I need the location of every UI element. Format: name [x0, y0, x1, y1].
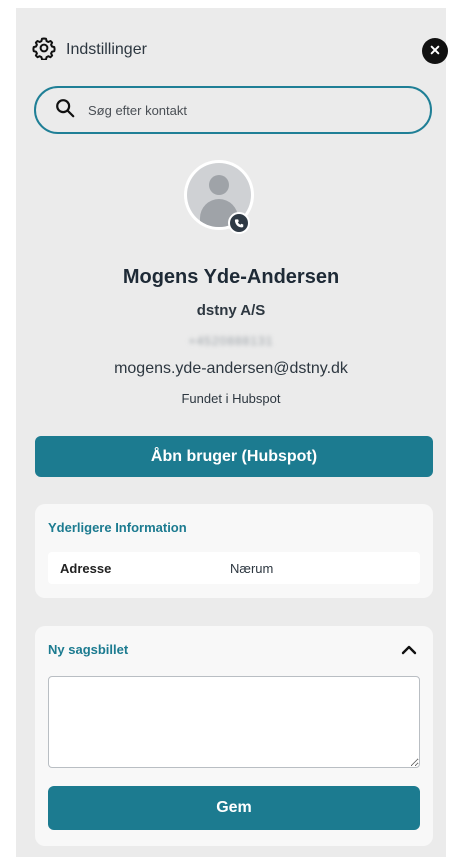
search-icon: [54, 97, 76, 124]
contact-company: dstny A/S: [196, 302, 266, 319]
search-bar[interactable]: [34, 86, 432, 134]
contact-name: Mogens Yde-Andersen: [122, 266, 340, 288]
chevron-up-icon[interactable]: [399, 640, 419, 660]
open-user-button[interactable]: Åbn bruger (Hubspot): [35, 436, 433, 477]
close-icon: [430, 42, 440, 60]
contact-email[interactable]: mogens.yde-andersen@dstny.dk: [16, 360, 446, 378]
new-ticket-card: Ny sagsbillet Gem: [35, 626, 433, 846]
header: Indstillinger: [32, 30, 448, 70]
additional-info-card: Yderligere Information Adresse Nærum: [35, 504, 433, 598]
save-button[interactable]: Gem: [48, 786, 420, 830]
new-ticket-title: Ny sagsbillet: [48, 642, 129, 657]
source-label: Fundet i Hubspot: [181, 391, 281, 406]
additional-info-title: Yderligere Information: [48, 520, 187, 535]
gear-icon: [32, 36, 56, 65]
close-button[interactable]: [422, 38, 448, 64]
contact-panel: Indstillinger Mogens Yde-Andersen d: [16, 8, 448, 857]
search-input[interactable]: [88, 102, 388, 118]
info-key: Adresse: [60, 560, 112, 576]
phone-status-icon: [228, 212, 250, 234]
settings-button[interactable]: Indstillinger: [32, 36, 147, 65]
info-value: Nærum: [230, 560, 274, 576]
ticket-textarea[interactable]: [48, 676, 420, 768]
info-row-address: Adresse Nærum: [48, 552, 420, 584]
settings-label: Indstillinger: [66, 41, 147, 58]
contact-phone: +4520888131: [188, 334, 274, 348]
